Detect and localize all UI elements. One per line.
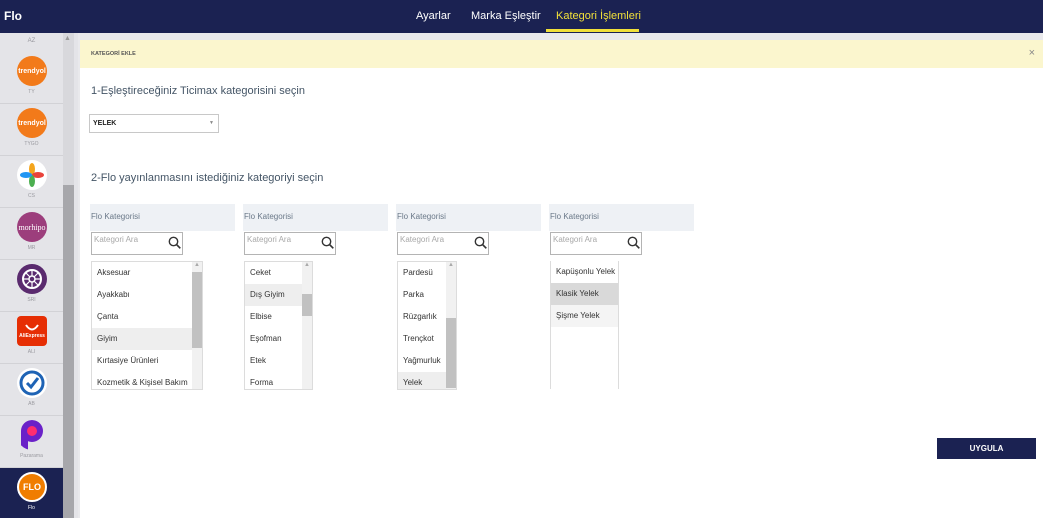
list-item[interactable]: Kapüşonlu Yelek [551, 261, 618, 283]
ab-logo-icon [17, 368, 47, 398]
marketplace-sidebar: AZ ▲ trendyol TY trendyol TYGO CS morhip… [0, 33, 78, 518]
list-item[interactable]: Ceket [245, 262, 302, 284]
sidebar-item-aliexpress[interactable]: AliExpress ALI [0, 312, 63, 364]
selected-value: YELEK [93, 120, 117, 127]
sidebar-item-label: Pazarama [20, 453, 43, 459]
list-item[interactable]: Elbise [245, 306, 302, 328]
apply-button[interactable]: UYGULA [937, 438, 1036, 459]
sidebar-item-label: TY [28, 89, 35, 95]
nav-kategori-islemleri[interactable]: Kategori İşlemleri [556, 10, 641, 22]
step2-label: 2-Flo yayınlanmasını istediğiniz kategor… [91, 172, 324, 184]
morhipo-logo-icon: morhipo [17, 212, 47, 242]
sidebar-item-morhipo[interactable]: morhipo MR [0, 208, 63, 260]
sidebar-item-trendyol-go[interactable]: trendyol TYGO [0, 104, 63, 156]
sidebar-item-label: ALI [27, 349, 36, 355]
trendyol-go-logo-icon: trendyol [17, 108, 47, 138]
list-item[interactable]: Yağmurluk [398, 350, 446, 372]
sidebar-item-label: MR [27, 245, 36, 251]
list-item[interactable]: Dış Giyim [245, 284, 302, 306]
category-list: Aksesuar Ayakkabı Çanta Giyim Kırtasiye … [91, 261, 203, 390]
column-header: Flo Kategorisi [90, 204, 235, 231]
sri-logo-icon [17, 264, 47, 294]
search-icon[interactable] [474, 236, 487, 249]
sidebar-item-flo[interactable]: FLO Flo [0, 468, 63, 518]
list-item[interactable]: Yelek [398, 372, 446, 389]
list-item[interactable]: Ayakkabı [92, 284, 192, 306]
list-item[interactable]: Kozmetik & Kişisel Bakım [92, 372, 192, 389]
category-list: Kapüşonlu Yelek Klasik Yelek Şişme Yelek [550, 261, 619, 389]
scroll-up-arrow-icon[interactable]: ▲ [194, 262, 200, 268]
trendyol-logo-icon: trendyol [17, 56, 47, 86]
step1-label: 1-Eşleştireceğiniz Ticimax kategorisini … [91, 85, 305, 97]
sidebar-item-label: CS [28, 193, 35, 199]
sidebar-item-label: AB [28, 401, 35, 407]
category-search-input[interactable]: Kategori Ara [244, 232, 336, 255]
chevron-down-icon: ▼ [209, 120, 214, 126]
category-add-panel: KATEGORİ EKLE × 1-Eşleştireceğiniz Ticim… [80, 40, 1043, 518]
scroll-up-arrow-icon[interactable]: ▲ [304, 262, 310, 268]
column-header: Flo Kategorisi [396, 204, 541, 231]
list-item[interactable]: Aksesuar [92, 262, 192, 284]
category-list: Pardesü Parka Rüzgarlık Trençkot Yağmurl… [397, 261, 457, 390]
scroll-up-arrow-icon[interactable]: ▲ [64, 35, 71, 42]
sidebar-item-sri[interactable]: SRI [0, 260, 63, 312]
sidebar-item-cs[interactable]: CS [0, 156, 63, 208]
sidebar-item-label: AZ [27, 38, 36, 44]
panel-header: KATEGORİ EKLE × [80, 40, 1043, 68]
search-icon[interactable] [168, 236, 181, 249]
category-search-input[interactable]: Kategori Ara [397, 232, 489, 255]
close-icon[interactable]: × [1029, 47, 1035, 59]
nav-marka-eslestir[interactable]: Marka Eşleştir [471, 10, 541, 22]
list-scrollbar-thumb[interactable] [302, 294, 312, 316]
list-item[interactable]: Etek [245, 350, 302, 372]
list-scrollbar[interactable]: ▲ [192, 262, 202, 389]
active-nav-indicator [546, 29, 639, 32]
category-search-input[interactable]: Kategori Ara [91, 232, 183, 255]
app-brand: Flo [4, 9, 22, 23]
ticimax-category-select[interactable]: YELEK ▼ [89, 114, 219, 133]
list-item[interactable]: Şişme Yelek [551, 305, 618, 327]
nav-ayarlar[interactable]: Ayarlar [416, 10, 451, 22]
list-scrollbar-thumb[interactable] [192, 272, 202, 348]
sidebar-scrollbar-thumb[interactable] [63, 185, 74, 518]
search-icon[interactable] [321, 236, 334, 249]
list-scrollbar[interactable]: ▲ [446, 262, 456, 389]
list-item[interactable]: Pardesü [398, 262, 446, 284]
list-item[interactable]: Forma [245, 372, 302, 389]
scroll-up-arrow-icon[interactable]: ▲ [448, 262, 454, 268]
sidebar-item-label: TYGO [24, 141, 39, 147]
list-item[interactable]: Giyim [92, 328, 192, 350]
list-item[interactable]: Eşofman [245, 328, 302, 350]
sidebar-item-pazarama[interactable]: Pazarama [0, 416, 63, 468]
list-item[interactable]: Trençkot [398, 328, 446, 350]
panel-title: KATEGORİ EKLE [91, 51, 136, 57]
list-item[interactable]: Rüzgarlık [398, 306, 446, 328]
sidebar-item-ab[interactable]: AB [0, 364, 63, 416]
list-scrollbar[interactable]: ▲ [302, 262, 312, 389]
sidebar-item-label: Flo [28, 505, 35, 511]
list-scrollbar-thumb[interactable] [446, 318, 456, 388]
flo-logo-icon: FLO [17, 472, 47, 502]
list-item[interactable]: Klasik Yelek [551, 283, 618, 305]
category-list: Ceket Dış Giyim Elbise Eşofman Etek Form… [244, 261, 313, 390]
pazarama-logo-icon [17, 420, 47, 450]
column-header: Flo Kategorisi [549, 204, 694, 231]
ciceksepeti-logo-icon [17, 160, 47, 190]
column-header: Flo Kategorisi [243, 204, 388, 231]
list-item[interactable]: Kırtasiye Ürünleri [92, 350, 192, 372]
aliexpress-logo-icon: AliExpress [17, 316, 47, 346]
category-search-input[interactable]: Kategori Ara [550, 232, 642, 255]
list-item[interactable]: Çanta [92, 306, 192, 328]
search-icon[interactable] [627, 236, 640, 249]
top-bar: Flo Ayarlar Marka Eşleştir Kategori İşle… [0, 0, 1043, 33]
sidebar-item-trendyol[interactable]: trendyol TY [0, 52, 63, 104]
sidebar-item-label: SRI [27, 297, 36, 303]
list-item[interactable]: Parka [398, 284, 446, 306]
